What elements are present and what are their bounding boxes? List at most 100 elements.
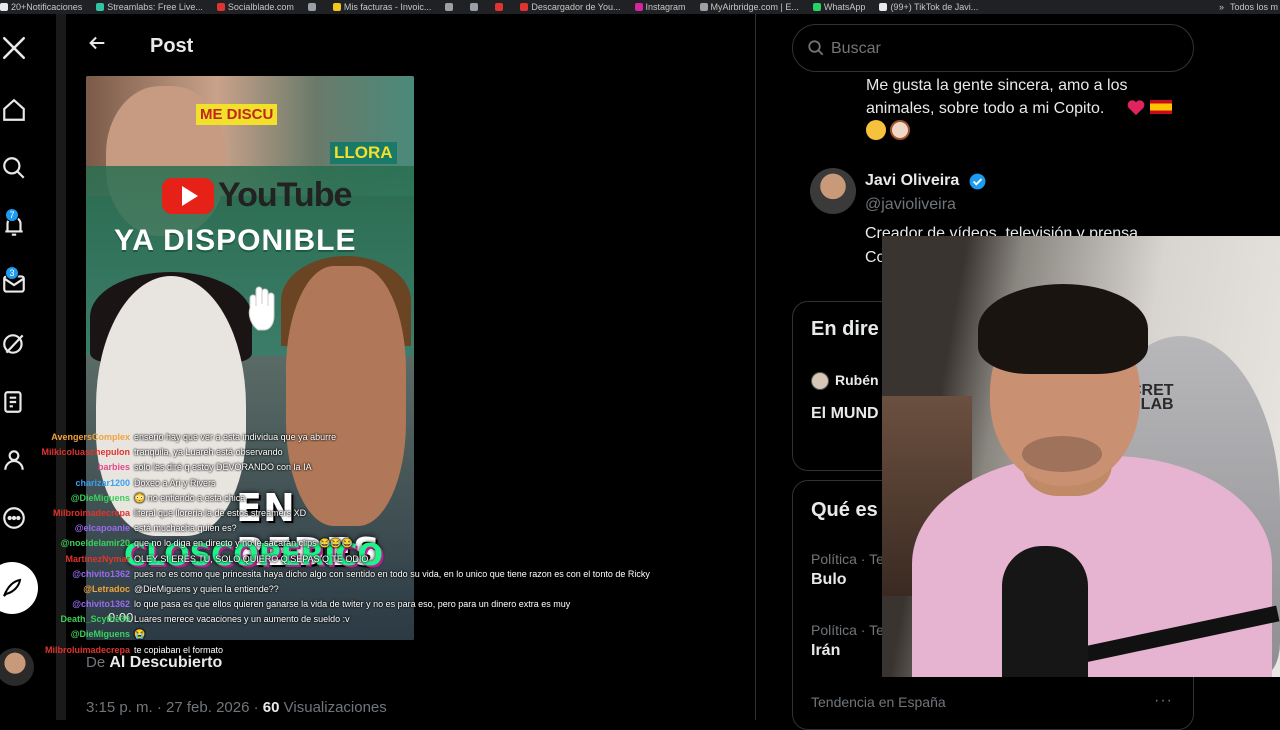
bookmark-item[interactable] xyxy=(495,3,506,11)
bookmark-item[interactable] xyxy=(470,3,481,11)
bookmark-label: Mis facturas - Invoic... xyxy=(343,2,432,12)
chat-text: lo que pasa es que ellos quieren ganarse… xyxy=(134,599,571,610)
search-box[interactable] xyxy=(792,24,1194,72)
chat-message: @chivito1362 pues no es como que princesi… xyxy=(0,567,650,582)
suggested-user-avatar[interactable] xyxy=(810,168,856,214)
chat-username: @noeldelamir20 xyxy=(60,538,130,549)
grok-icon[interactable] xyxy=(0,330,28,358)
trend-name: Bulo xyxy=(811,571,847,588)
lists-icon[interactable] xyxy=(0,388,28,416)
bookmark-label: (99+) TikTok de Javi... xyxy=(890,2,979,12)
live-section-title: En dire xyxy=(811,318,879,340)
bookmark-item[interactable] xyxy=(307,3,319,11)
chat-username: @elcapoanie xyxy=(74,523,130,534)
search-input[interactable] xyxy=(831,37,1171,61)
explore-icon[interactable] xyxy=(0,154,28,182)
bookmark-favicon-icon xyxy=(495,3,504,11)
trend-item[interactable]: Tendencia en España xyxy=(811,694,946,710)
all-bookmarks-link[interactable]: Todos los m xyxy=(1230,2,1278,12)
bookmark-label: MyAirbridge.com | E... xyxy=(710,2,799,12)
hand-cursor-icon xyxy=(248,286,275,331)
bookmark-item[interactable] xyxy=(445,3,456,11)
spain-flag-emoji-icon xyxy=(1150,100,1172,114)
chat-text: OLEY SI ERES TU, SOLO QUIERO Q SEPAS Q T… xyxy=(134,553,369,564)
suggested-user-handle[interactable]: @javioliveira xyxy=(865,196,956,214)
bookmark-favicon-icon xyxy=(332,3,341,11)
bookmark-favicon-icon xyxy=(445,3,454,11)
chat-username: Death_Scythe39 xyxy=(60,614,130,625)
bookmark-item[interactable]: (99+) TikTok de Javi... xyxy=(879,2,978,12)
chat-username: Milkicoluaschepulon xyxy=(41,447,130,458)
bookmark-label: Descargador de You... xyxy=(531,2,621,12)
chat-message: AvengersComplex enserio hay que ver a est… xyxy=(0,430,400,445)
suggested-user-name[interactable]: Javi Oliveira xyxy=(865,172,959,190)
bookmark-label: 20+Notificaciones xyxy=(11,2,83,12)
youtube-play-icon xyxy=(162,177,214,214)
bookmark-item[interactable]: WhatsApp xyxy=(812,2,866,12)
bookmark-favicon-icon xyxy=(216,3,225,11)
bookmark-favicon-icon xyxy=(96,3,105,11)
back-arrow-icon[interactable] xyxy=(86,32,110,56)
chat-message: @DieMiguens 😳 no entiendo a esta chica xyxy=(0,491,400,506)
chat-message: MartinezNymar OLEY SI ERES TU, SOLO QUIER… xyxy=(0,552,400,567)
chat-text: Doxeo a Ari y Rivers xyxy=(134,477,216,488)
bookmark-favicon-icon xyxy=(699,3,708,11)
bookmark-item[interactable]: Mis facturas - Invoic... xyxy=(332,2,432,12)
chat-text: 😭 xyxy=(134,629,146,640)
bookmarks-more-icon[interactable]: » xyxy=(1219,2,1224,12)
dog-face-emoji-icon xyxy=(890,120,910,140)
live-user-name[interactable]: Rubén xyxy=(835,372,879,388)
youtube-logo: YouTube xyxy=(162,176,352,215)
chat-username: charizar1200 xyxy=(75,477,130,488)
bookmark-favicon-icon xyxy=(0,3,8,11)
trend-item[interactable]: Política · Te Bulo xyxy=(811,551,884,589)
notifications-badge: 7 xyxy=(5,208,19,222)
trend-more-icon[interactable]: ··· xyxy=(1154,692,1173,710)
bookmarks-overflow: » Todos los m xyxy=(1219,0,1280,14)
chat-username: @DieMiguens xyxy=(70,492,130,503)
chat-text: 😳 no entiendo a esta chica xyxy=(134,492,246,503)
chat-text: está muchacha quien es? xyxy=(134,523,237,534)
heart-emoji-icon xyxy=(1127,100,1145,116)
bookmark-item[interactable]: MyAirbridge.com | E... xyxy=(699,2,799,12)
messages-badge: 3 xyxy=(5,266,19,280)
bookmark-favicon-icon xyxy=(634,3,643,11)
chat-username: @chivito1362 xyxy=(72,599,130,610)
bookmark-item[interactable]: Streamlabs: Free Live... xyxy=(96,2,203,12)
chat-username: @Letradoc xyxy=(83,583,130,594)
thumbnail-headline: YA DISPONIBLE xyxy=(114,224,357,257)
bookmark-label: WhatsApp xyxy=(823,2,866,12)
chat-username: Milbroluimadecrepa xyxy=(44,644,130,655)
chat-text: @DieMiguens y quien la entiende?? xyxy=(134,583,279,594)
chat-username: @chivito1362 xyxy=(72,568,130,579)
microphone xyxy=(1002,546,1088,677)
chat-username: MartinezNymar xyxy=(65,553,130,564)
bookmark-item[interactable]: Descargador de You... xyxy=(520,2,621,12)
live-user-avatar xyxy=(811,372,829,390)
thinking-face-emoji-icon xyxy=(866,120,886,140)
chat-text: Luares merece vacaciones y un aumento de… xyxy=(134,614,350,625)
bookmarks-bar: 20+Notificaciones Streamlabs: Free Live..… xyxy=(0,0,1280,14)
bookmark-favicon-icon xyxy=(470,3,479,11)
bookmark-item[interactable]: 20+Notificaciones xyxy=(0,2,82,12)
youtube-wordmark: YouTube xyxy=(218,176,352,214)
post-header: Post xyxy=(66,14,755,76)
chat-message: @Letradoc @DieMiguens y quien la entiende… xyxy=(0,582,400,597)
chat-text: que no lo diga en directo y no le sacará… xyxy=(134,538,353,549)
bookmark-favicon-icon xyxy=(812,3,821,11)
thumbnail-badge-right: LLORA xyxy=(330,142,397,164)
bookmark-label: Streamlabs: Free Live... xyxy=(107,2,203,12)
trend-item[interactable]: Política · Te Irán xyxy=(811,622,884,660)
webcam-overlay: CRET LAB xyxy=(882,236,1280,677)
x-logo-icon[interactable] xyxy=(0,34,28,62)
chat-text: enserio hay que ver a esta individua que… xyxy=(134,432,337,442)
trend-category: Política · Te xyxy=(811,551,884,567)
bio-emoji-row xyxy=(866,120,910,140)
home-icon[interactable] xyxy=(0,96,28,124)
chat-message: Milkicoluaschepulon tranquila, ya Luareh … xyxy=(0,445,400,460)
bookmark-label: Instagram xyxy=(645,2,686,12)
bookmark-item[interactable]: Socialblade.com xyxy=(216,2,294,12)
bookmark-label: Socialblade.com xyxy=(227,2,294,12)
bookmark-item[interactable]: Instagram xyxy=(634,2,686,12)
verified-badge-icon xyxy=(969,173,986,190)
